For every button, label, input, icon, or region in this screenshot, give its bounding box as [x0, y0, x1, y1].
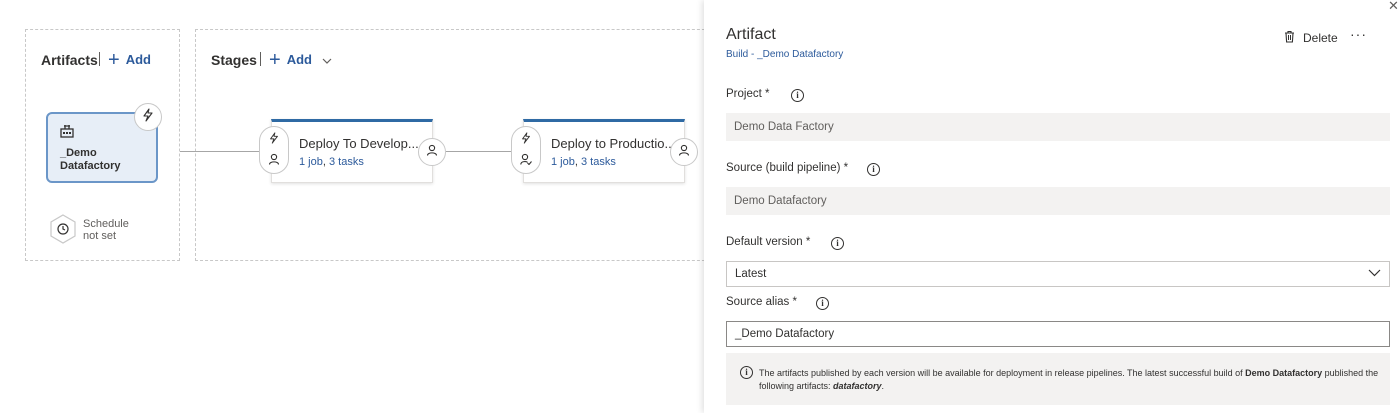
stage-post-deploy-approvals[interactable] — [418, 138, 446, 166]
stage-card-production[interactable]: Deploy to Productio... 1 job, 3 tasks — [523, 119, 685, 183]
info-icon[interactable]: i — [791, 89, 804, 102]
lightning-icon — [268, 131, 280, 149]
artifact-trigger-button[interactable] — [134, 103, 162, 131]
delete-label: Delete — [1303, 31, 1338, 45]
default-version-value: Latest — [735, 268, 767, 280]
stage-name: Deploy To Develop... — [299, 136, 419, 151]
info-text-end: . — [881, 381, 885, 391]
stage-card-develop[interactable]: Deploy To Develop... 1 job, 3 tasks — [271, 119, 433, 183]
source-field: Demo Datafactory — [726, 187, 1390, 215]
delete-button[interactable]: Delete — [1284, 30, 1338, 46]
artifacts-separator — [99, 52, 100, 66]
stage-jobs-link[interactable]: 1 job — [299, 156, 323, 168]
person-icon — [268, 152, 280, 170]
add-stage-button[interactable]: + Add — [269, 48, 332, 71]
artifact-stage-connector — [180, 151, 260, 152]
person-icon — [426, 143, 438, 161]
default-version-label: Default version * — [726, 236, 811, 248]
source-label: Source (build pipeline) * — [726, 162, 849, 174]
info-icon[interactable]: i — [867, 163, 880, 176]
lightning-icon — [142, 108, 154, 126]
plus-icon: + — [108, 48, 120, 71]
stage-pre-deploy-conditions[interactable] — [511, 126, 541, 174]
schedule-button[interactable] — [49, 214, 77, 244]
artifacts-title: Artifacts — [41, 52, 98, 68]
add-artifact-button[interactable]: + Add — [108, 48, 151, 71]
stage-summary: 1 job, 3 tasks — [551, 156, 616, 168]
chevron-down-icon — [1368, 265, 1381, 280]
stage-summary: 1 job, 3 tasks — [299, 156, 364, 168]
panel-title: Artifact — [726, 26, 776, 43]
project-field: Demo Data Factory — [726, 113, 1390, 141]
person-check-icon — [520, 152, 532, 170]
stage-stage-connector — [446, 151, 512, 152]
info-build-name: Demo Datafactory — [1245, 368, 1323, 378]
more-options-button[interactable]: ··· — [1350, 26, 1367, 42]
person-icon — [678, 143, 690, 161]
artifact-properties-panel: ✕ Artifact Build - _Demo Datafactory Del… — [704, 0, 1400, 413]
project-label: Project * — [726, 88, 770, 100]
schedule-status: Schedule not set — [83, 218, 129, 242]
stage-name: Deploy to Productio... — [551, 136, 676, 151]
stage-pre-deploy-conditions[interactable] — [259, 126, 289, 174]
info-icon: i — [740, 366, 753, 379]
pipeline-canvas: Artifacts + Add _Demo Datafactory Schedu… — [0, 0, 704, 413]
build-icon — [60, 124, 74, 143]
stage-post-deploy-approvals[interactable] — [670, 138, 698, 166]
default-version-select[interactable]: Latest — [726, 261, 1390, 287]
info-message-text: The artifacts published by each version … — [759, 367, 1387, 393]
stage-tasks-link[interactable]: 3 tasks — [329, 156, 364, 168]
plus-icon: + — [269, 48, 281, 71]
stages-title: Stages — [211, 52, 257, 68]
add-stage-label: Add — [286, 52, 312, 67]
stages-separator — [260, 52, 261, 66]
stage-tasks-link[interactable]: 3 tasks — [581, 156, 616, 168]
info-text-part1: The artifacts published by each version … — [759, 368, 1246, 378]
trash-icon — [1284, 30, 1295, 46]
close-panel-button[interactable]: ✕ — [1388, 0, 1399, 14]
stage-jobs-link[interactable]: 1 job — [551, 156, 575, 168]
info-icon[interactable]: i — [831, 237, 844, 250]
info-artifact-name: datafactory — [833, 381, 882, 391]
add-artifact-label: Add — [125, 52, 151, 67]
lightning-icon — [520, 131, 532, 149]
source-alias-label: Source alias * — [726, 296, 797, 308]
chevron-down-icon — [322, 53, 332, 67]
info-icon[interactable]: i — [816, 297, 829, 310]
artifact-name: _Demo Datafactory — [60, 147, 121, 172]
artifacts-info-message: i The artifacts published by each versio… — [726, 353, 1390, 405]
panel-subtitle: Build - _Demo Datafactory — [726, 49, 844, 60]
source-alias-input[interactable]: _Demo Datafactory — [726, 321, 1390, 347]
